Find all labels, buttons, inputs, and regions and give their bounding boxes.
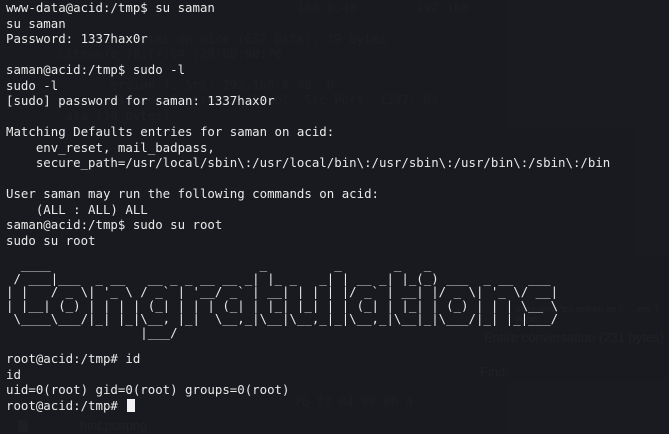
terminal-line: www-data@acid:/tmp$ su saman: [6, 0, 215, 15]
ascii-banner: ____ _ _ _ _ / ___|___ _ __ __ _ _ __ __…: [6, 257, 559, 340]
terminal-line: (ALL : ALL) ALL: [6, 201, 148, 217]
terminal-line: sudo su root: [6, 232, 96, 248]
terminal-window[interactable]: www-data@acid:/tmp$ su saman su saman Pa…: [0, 0, 669, 434]
terminal-line: saman@acid:/tmp$ sudo -l: [6, 62, 186, 77]
terminal-line: Matching Defaults entries for saman on a…: [6, 124, 335, 139]
terminal-output: www-data@acid:/tmp$ su saman su saman Pa…: [6, 0, 610, 248]
shell-prompt: root@acid:/tmp#: [6, 397, 126, 413]
terminal-line: User saman may run the following command…: [6, 186, 379, 201]
terminal-line: [sudo] password for saman: 1337hax0r: [6, 93, 275, 108]
terminal-line: Password: 1337hax0r: [6, 31, 148, 46]
terminal-line: env_reset, mail_badpass,: [6, 139, 215, 155]
terminal-output-after: root@acid:/tmp# id id uid=0(root) gid=0(…: [6, 351, 289, 413]
terminal-line: id: [6, 366, 21, 382]
terminal-line: saman@acid:/tmp$ sudo su root: [6, 217, 223, 232]
terminal-line: uid=0(root) gid=0(root) groups=0(root): [6, 382, 290, 397]
cursor: [127, 398, 136, 412]
terminal-line: root@acid:/tmp# id: [6, 351, 141, 366]
terminal-line: secure_path=/usr/local/sbin\:/usr/local/…: [6, 155, 611, 170]
terminal-prompt-line[interactable]: root@acid:/tmp#: [6, 398, 289, 414]
terminal-line: sudo -l: [6, 77, 59, 93]
terminal-line: su saman: [6, 15, 66, 31]
